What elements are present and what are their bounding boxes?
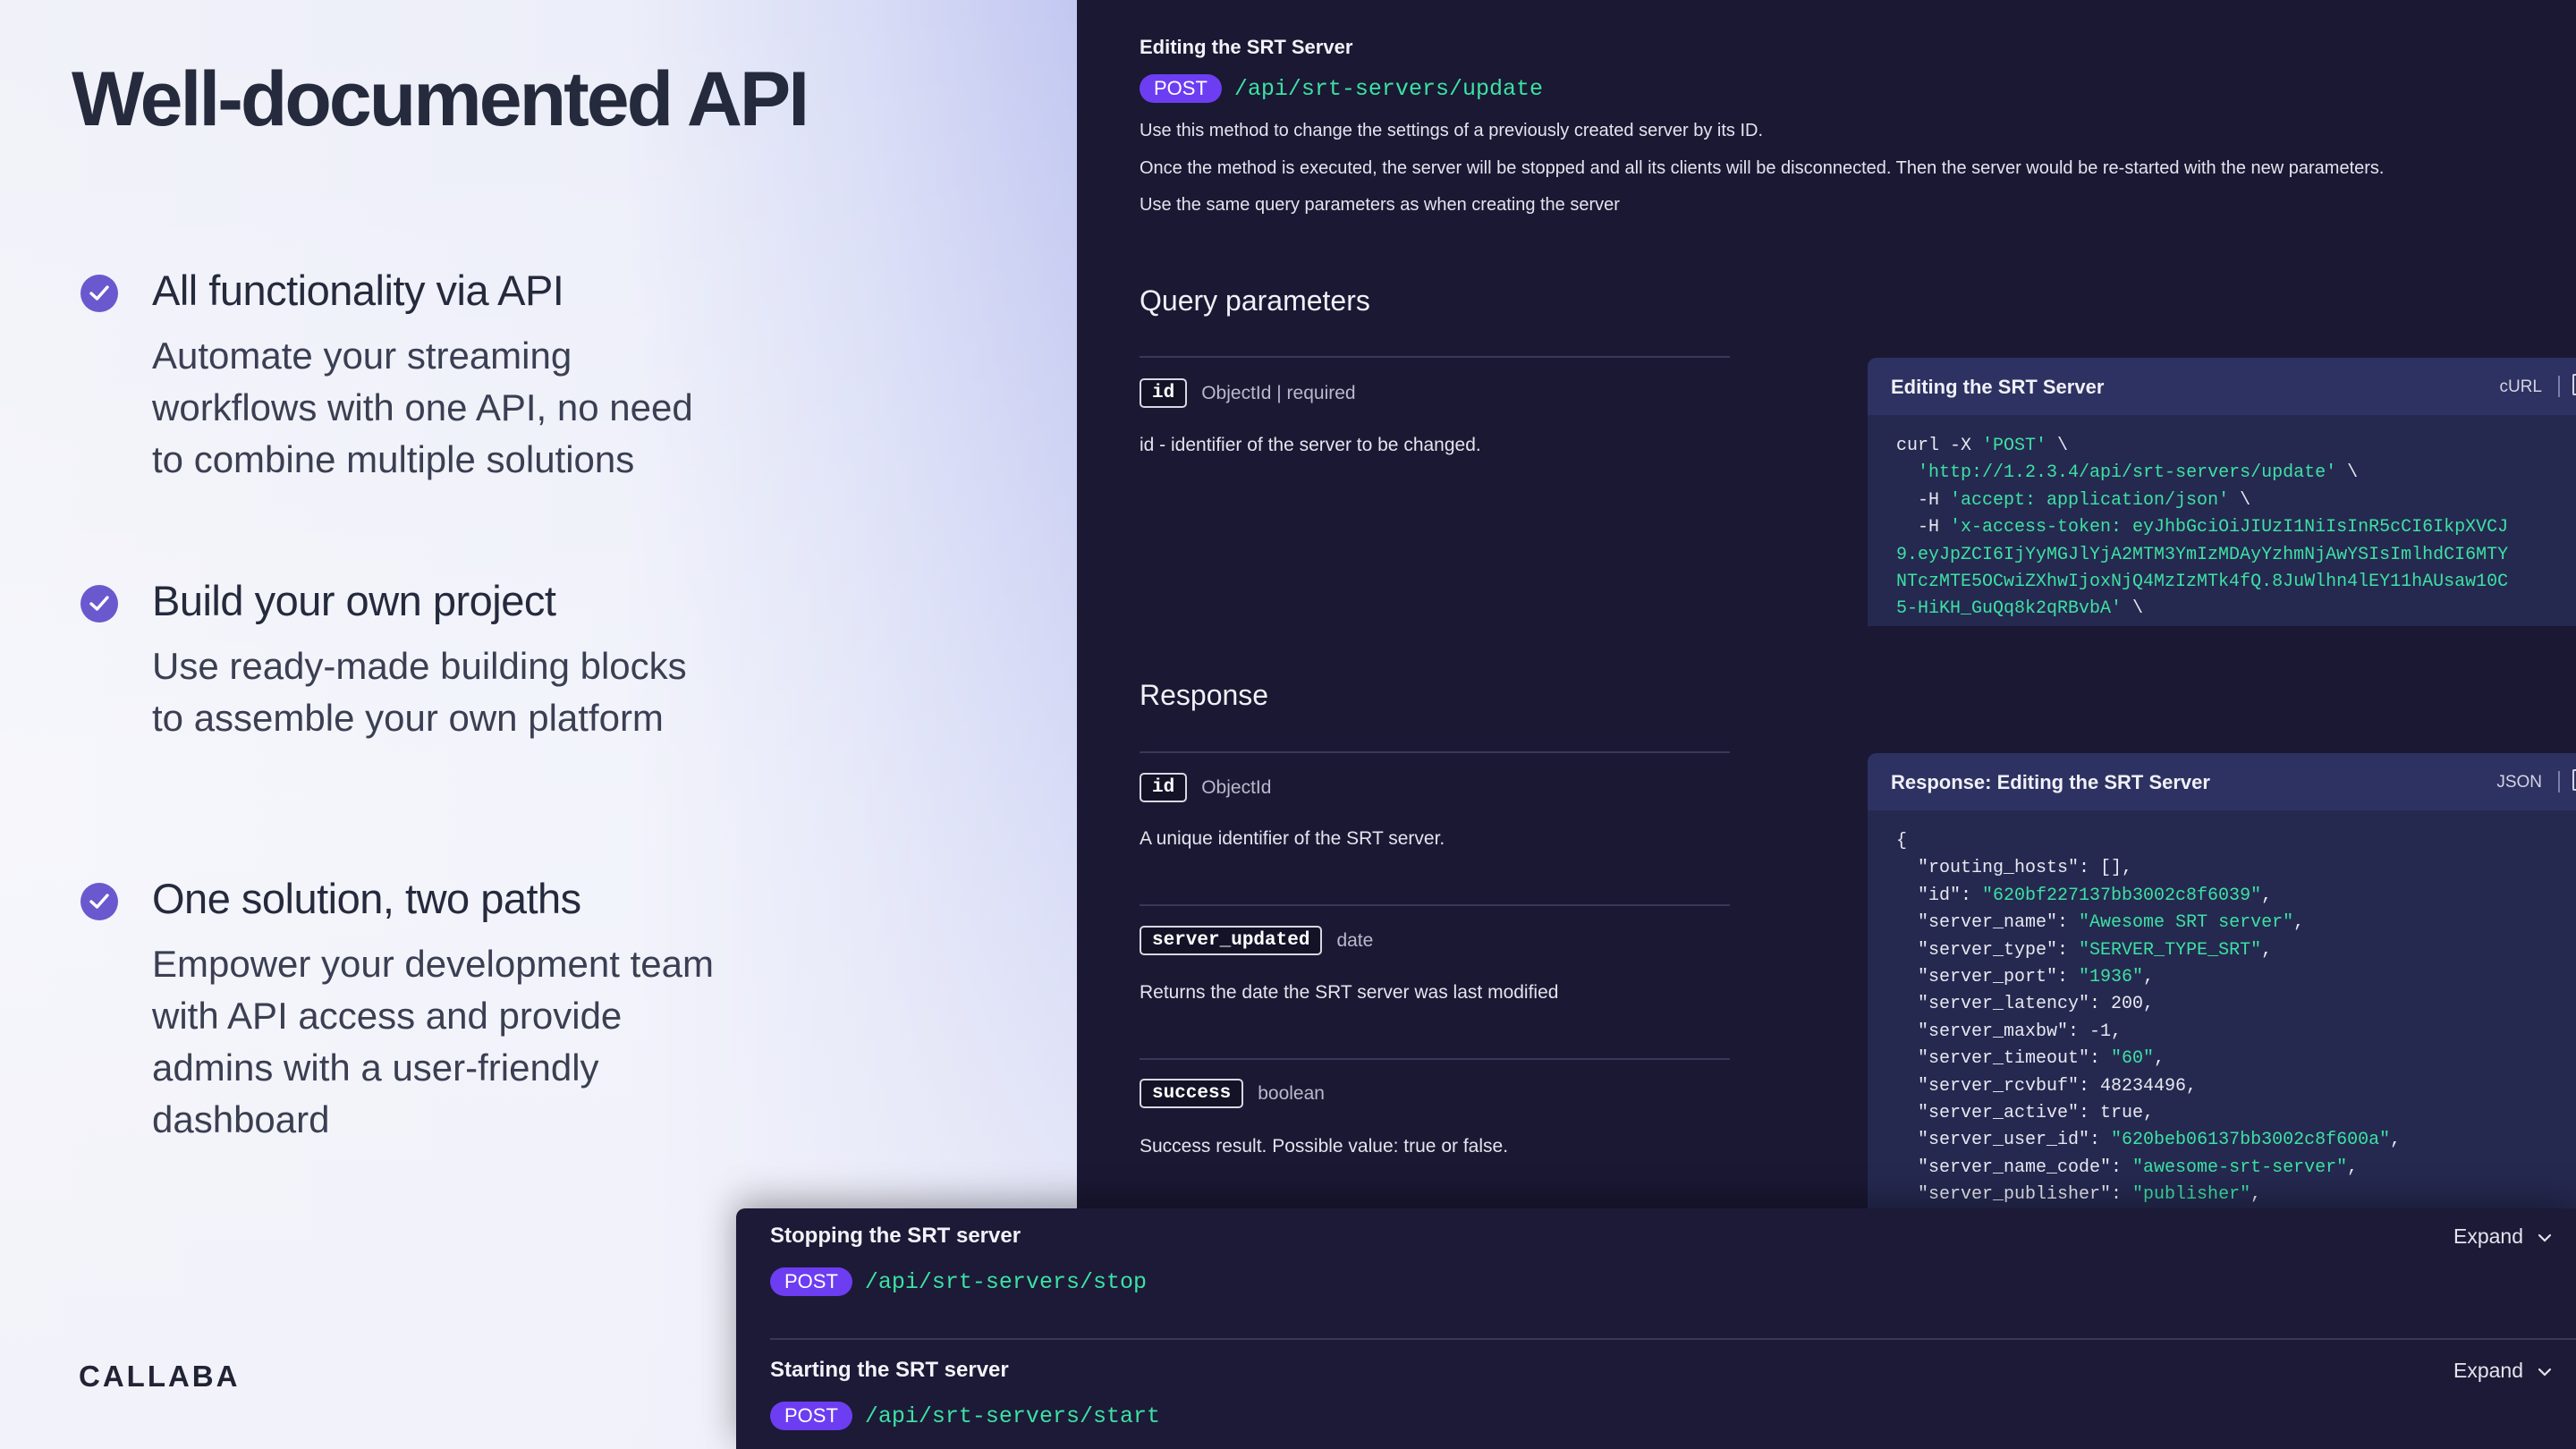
checkmark-icon (80, 585, 118, 623)
feature-title: Build your own project (152, 577, 556, 624)
endpoint-path: /api/srt-servers/stop (864, 1268, 1147, 1295)
code-line: "server_name": "Awesome SRT server", (1896, 912, 2305, 934)
divider (1140, 904, 1730, 906)
format-toggle[interactable]: JSON (2496, 773, 2542, 792)
param-description: A unique identifier of the SRT server. (1140, 828, 1445, 849)
code-line: "server_type": "SERVER_TYPE_SRT", (1896, 939, 2273, 961)
code-line: "server_publisher": "publisher", (1896, 1184, 2262, 1206)
code-line: "server_user_id": "620beb06137bb3002c8f6… (1896, 1130, 2402, 1151)
feature-title: One solution, two paths (152, 875, 581, 922)
code-block: { "routing_hosts": [], "id": "620bf22713… (1868, 810, 2576, 1209)
code-line: "server_active": true, (1896, 1103, 2155, 1124)
divider (1140, 356, 1730, 358)
code-line: 9.eyJpZCI6IjYyMGJlYjA2MTM3YmIzMDAyYzhmNj… (1896, 544, 2509, 565)
endpoint-route: POST /api/srt-servers/update (1140, 74, 1543, 103)
divider (1140, 751, 1730, 753)
param-name: id (1140, 773, 1188, 802)
description-paragraph: Once the method is executed, the server … (1140, 158, 2385, 178)
endpoint-route: POST /api/srt-servers/start (770, 1402, 1160, 1430)
code-line: "id": "620bf227137bb3002c8f6039", (1896, 885, 2273, 906)
code-line: -H 'accept: application/json' \ (1896, 489, 2251, 511)
checkmark-icon (80, 275, 118, 312)
param-description: Returns the date the SRT server was last… (1140, 982, 1559, 1003)
endpoint-title: Stopping the SRT server (770, 1224, 1021, 1248)
param-description: id - identifier of the server to be chan… (1140, 435, 1481, 455)
code-line: "routing_hosts": [], (1896, 858, 2133, 879)
feature-title: All functionality via API (152, 267, 564, 314)
brand-logo: CALLABA (79, 1360, 241, 1393)
code-line: -H 'x-access-token: eyJhbGciOiJIUzI1NiIs… (1896, 517, 2509, 538)
param-row: success boolean (1140, 1079, 1325, 1108)
separator (2558, 771, 2560, 792)
feature-description: Empower your development team with API ac… (152, 943, 714, 1140)
description-paragraph: Use the same query parameters as when cr… (1140, 195, 1620, 215)
expand-button[interactable]: Expand (2453, 1224, 2552, 1249)
endpoint-path: /api/srt-servers/update (1233, 75, 1543, 102)
chevron-down-icon (2538, 1233, 2552, 1242)
endpoint-title: Editing the SRT Server (1140, 36, 1353, 58)
param-row: server_updated date (1140, 926, 1373, 955)
checkmark-icon (80, 883, 118, 920)
format-toggle[interactable]: cURL (2499, 377, 2542, 397)
param-row: id ObjectId (1140, 773, 1271, 802)
method-badge: POST (770, 1267, 852, 1296)
param-type: boolean (1258, 1082, 1325, 1104)
code-block: curl -X 'POST' \ 'http://1.2.3.4/api/srt… (1868, 415, 2576, 623)
code-line: 'http://1.2.3.4/api/srt-servers/update' … (1918, 462, 2359, 484)
code-line: "server_rcvbuf": 48234496, (1896, 1075, 2198, 1097)
feature-description: Automate your streaming workflows with on… (152, 335, 693, 480)
code-line: 5-HiKH_GuQq8k2qRBvbA' \ (1896, 598, 2144, 620)
separator (2558, 376, 2560, 397)
param-row: id ObjectId | required (1140, 378, 1356, 408)
code-line: "server_name_code": "awesome-srt-server"… (1896, 1157, 2359, 1178)
curl-code-panel: Editing the SRT Server cURL curl -X 'POS… (1868, 358, 2576, 626)
feature-description: Use ready-made building blocks to assembl… (152, 645, 687, 739)
code-line: "server_timeout": "60", (1896, 1048, 2165, 1070)
endpoint-route: POST /api/srt-servers/stop (770, 1267, 1147, 1296)
code-line: "server_maxbw": -1, (1896, 1021, 2123, 1042)
panel-title: Editing the SRT Server (1891, 376, 2105, 398)
code-line: { (1896, 831, 1908, 852)
copy-icon[interactable] (2572, 769, 2576, 791)
param-name: server_updated (1140, 926, 1323, 955)
code-line: NTczMTE5OCwiZXhwIjoxNjQ4MzIzMTk4fQ.8JuWl… (1896, 572, 2509, 593)
response-heading: Response (1140, 679, 1269, 711)
panel-header: Response: Editing the SRT Server JSON (1868, 753, 2576, 810)
param-type: ObjectId | required (1201, 382, 1356, 403)
divider (770, 1338, 2576, 1340)
endpoint-title: Starting the SRT server (770, 1358, 1009, 1382)
panel-header: Editing the SRT Server cURL (1868, 358, 2576, 415)
param-type: date (1336, 929, 1374, 951)
code-line: "server_latency": 200, (1896, 994, 2155, 1015)
param-name: success (1140, 1079, 1244, 1108)
copy-icon[interactable] (2572, 374, 2576, 395)
divider (1140, 1058, 1730, 1060)
description-paragraph: Use this method to change the settings o… (1140, 121, 1764, 140)
param-type: ObjectId (1201, 776, 1272, 798)
hero-title: Well-documented API (72, 56, 809, 142)
param-name: id (1140, 378, 1188, 408)
endpoint-path: /api/srt-servers/start (864, 1402, 1160, 1429)
method-badge: POST (770, 1402, 852, 1430)
code-line: curl -X 'POST' \ (1896, 436, 2069, 456)
endpoint-list: Stopping the SRT server POST /api/srt-se… (736, 1208, 2576, 1449)
json-response-panel: Response: Editing the SRT Server JSON { … (1868, 753, 2576, 1218)
code-line: "server_port": "1936", (1896, 967, 2155, 988)
method-badge: POST (1140, 74, 1222, 103)
panel-title: Response: Editing the SRT Server (1891, 771, 2210, 793)
expand-button[interactable]: Expand (2453, 1359, 2552, 1383)
chevron-down-icon (2538, 1368, 2552, 1377)
param-description: Success result. Possible value: true or … (1140, 1136, 1509, 1157)
query-parameters-heading: Query parameters (1140, 284, 1370, 317)
